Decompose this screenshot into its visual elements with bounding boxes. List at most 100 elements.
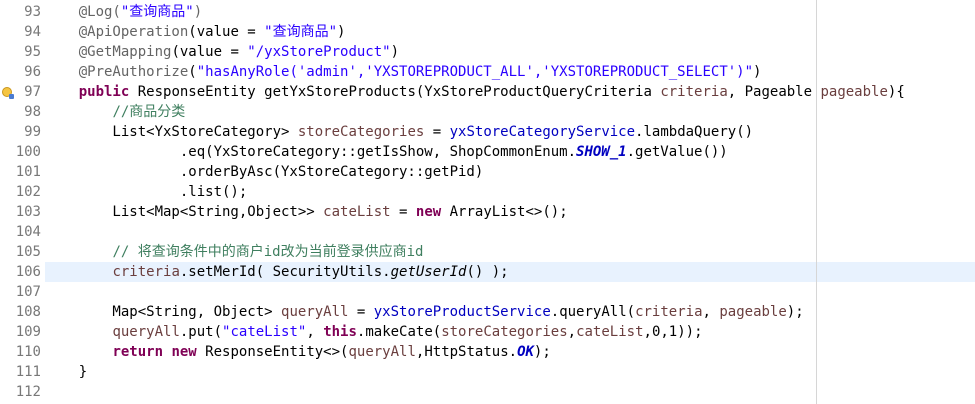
code-line[interactable]: // 将查询条件中的商户id改为当前登录供应商id: [45, 242, 975, 262]
line-number[interactable]: 95: [0, 42, 45, 62]
code-token: ResponseEntity<>(: [196, 344, 349, 360]
code-token: getUserId: [390, 264, 467, 280]
code-token: , Pageable: [727, 84, 821, 100]
code-token: List<YxStoreCategory>: [45, 124, 298, 140]
code-token: SHOW_1: [576, 144, 627, 160]
code-token: .orderByAsc(YxStoreCategory::getPid): [45, 164, 484, 180]
code-line[interactable]: List<YxStoreCategory> storeCategories = …: [45, 122, 975, 142]
print-margin-guide: [816, 0, 817, 404]
code-token: .queryAll(: [550, 304, 636, 320]
code-token: "/yxStoreProduct": [247, 44, 391, 60]
override-marker-icon[interactable]: [2, 87, 14, 99]
code-line[interactable]: [45, 222, 975, 242]
code-line[interactable]: @ApiOperation(value = "查询商品"): [45, 22, 975, 42]
line-number[interactable]: 99: [0, 122, 45, 142]
current-code-line[interactable]: criteria.setMerId( SecurityUtils.getUser…: [45, 262, 975, 282]
line-number[interactable]: 98: [0, 102, 45, 122]
code-line[interactable]: .list();: [45, 182, 975, 202]
code-line[interactable]: [45, 382, 975, 402]
code-token: criteria: [635, 304, 703, 320]
line-number[interactable]: 103: [0, 202, 45, 222]
code-line[interactable]: @PreAuthorize("hasAnyRole('admin','YXSTO…: [45, 62, 975, 82]
code-token: ,: [306, 324, 324, 340]
code-token: (value =: [171, 44, 248, 60]
code-line[interactable]: .orderByAsc(YxStoreCategory::getPid): [45, 162, 975, 182]
code-token: =: [424, 124, 450, 140]
code-token: "查询商品": [120, 4, 194, 20]
code-line[interactable]: public ResponseEntity getYxStoreProducts…: [45, 82, 975, 102]
code-token: );: [786, 304, 804, 320]
line-number[interactable]: 111: [0, 362, 45, 382]
code-token: criteria: [112, 264, 180, 280]
line-number-gutter[interactable]: 93 94 95 96 97 98 99 100 101 102 103 104 105 106 107 10…: [0, 0, 45, 404]
code-token: queryAll: [348, 344, 416, 360]
line-number[interactable]: 108: [0, 302, 45, 322]
code-token: ArrayList<>();: [441, 204, 568, 220]
code-token: ,HttpStatus.: [415, 344, 518, 360]
code-token: ,: [702, 304, 720, 320]
code-token: ResponseEntity getYxStoreProducts(YxStor…: [129, 84, 661, 100]
code-line[interactable]: @GetMapping(value = "/yxStoreProduct"): [45, 42, 975, 62]
code-token: //商品分类: [112, 104, 186, 120]
code-token: ): [390, 44, 400, 60]
line-number[interactable]: 104: [0, 222, 45, 242]
line-number[interactable]: 94: [0, 22, 45, 42]
code-token: cateList: [576, 324, 644, 340]
line-number[interactable]: 106: [0, 262, 45, 282]
code-token: =: [348, 304, 374, 320]
code-token: return: [112, 344, 164, 360]
line-number[interactable]: 105: [0, 242, 45, 262]
code-text-area[interactable]: } return new ResponseEntity<>(queryAll,H…: [45, 0, 975, 404]
line-number[interactable]: 101: [0, 162, 45, 182]
code-token: List<Map<String,Object>>: [45, 204, 324, 220]
code-token: yxStoreCategoryService: [449, 124, 636, 140]
code-token: ,0,1));: [643, 324, 703, 340]
code-token: ){: [887, 84, 905, 100]
code-token: cateList: [323, 204, 391, 220]
code-token: ): [337, 24, 346, 40]
code-line[interactable]: [45, 282, 975, 302]
code-token: storeCategories: [297, 124, 425, 140]
line-number[interactable]: 110: [0, 342, 45, 362]
code-token: .list();: [45, 184, 248, 200]
code-token: "查询商品": [264, 24, 338, 40]
line-number[interactable]: 107: [0, 282, 45, 302]
line-number[interactable]: 102: [0, 182, 45, 202]
code-token: (value =: [188, 24, 265, 40]
code-token: pageable: [719, 304, 787, 320]
code-token: queryAll: [281, 304, 349, 320]
line-number[interactable]: 109: [0, 322, 45, 342]
line-number[interactable]: 93: [0, 2, 45, 22]
code-token: (: [188, 64, 197, 80]
code-line[interactable]: queryAll.put("cateList", this.makeCate(s…: [45, 322, 975, 342]
code-line[interactable]: .eq(YxStoreCategory::getIsShow, ShopComm…: [45, 142, 975, 162]
code-token: public: [78, 84, 130, 100]
code-token: .getValue()): [626, 144, 728, 160]
code-line[interactable]: }: [45, 362, 975, 382]
code-line[interactable]: return new ResponseEntity<>(queryAll,Htt…: [45, 342, 975, 362]
code-token: ): [753, 64, 762, 80]
code-line[interactable]: List<Map<String,Object>> cateList = new …: [45, 202, 975, 222]
code-token: .lambdaQuery(): [635, 124, 754, 140]
code-line[interactable]: Map<String, Object> queryAll = yxStorePr…: [45, 302, 975, 322]
code-token: new: [415, 204, 442, 220]
code-token: );: [533, 344, 551, 360]
code-token: .eq(YxStoreCategory::getIsShow, ShopComm…: [45, 144, 577, 160]
code-editor[interactable]: 93 94 95 96 97 98 99 100 101 102 103 104 105 106 107 10…: [0, 0, 975, 404]
line-number[interactable]: 112: [0, 382, 45, 402]
code-token: }: [45, 364, 88, 380]
line-number[interactable]: 96: [0, 62, 45, 82]
code-token: .setMerId( SecurityUtils.: [179, 264, 391, 280]
code-token: // 将查询条件中的商户id改为当前登录供应商id: [112, 244, 424, 260]
line-number[interactable]: 100: [0, 142, 45, 162]
code-token: () );: [466, 264, 509, 280]
code-line[interactable]: @Log("查询商品"): [45, 2, 975, 22]
code-line[interactable]: //商品分类: [45, 102, 975, 122]
